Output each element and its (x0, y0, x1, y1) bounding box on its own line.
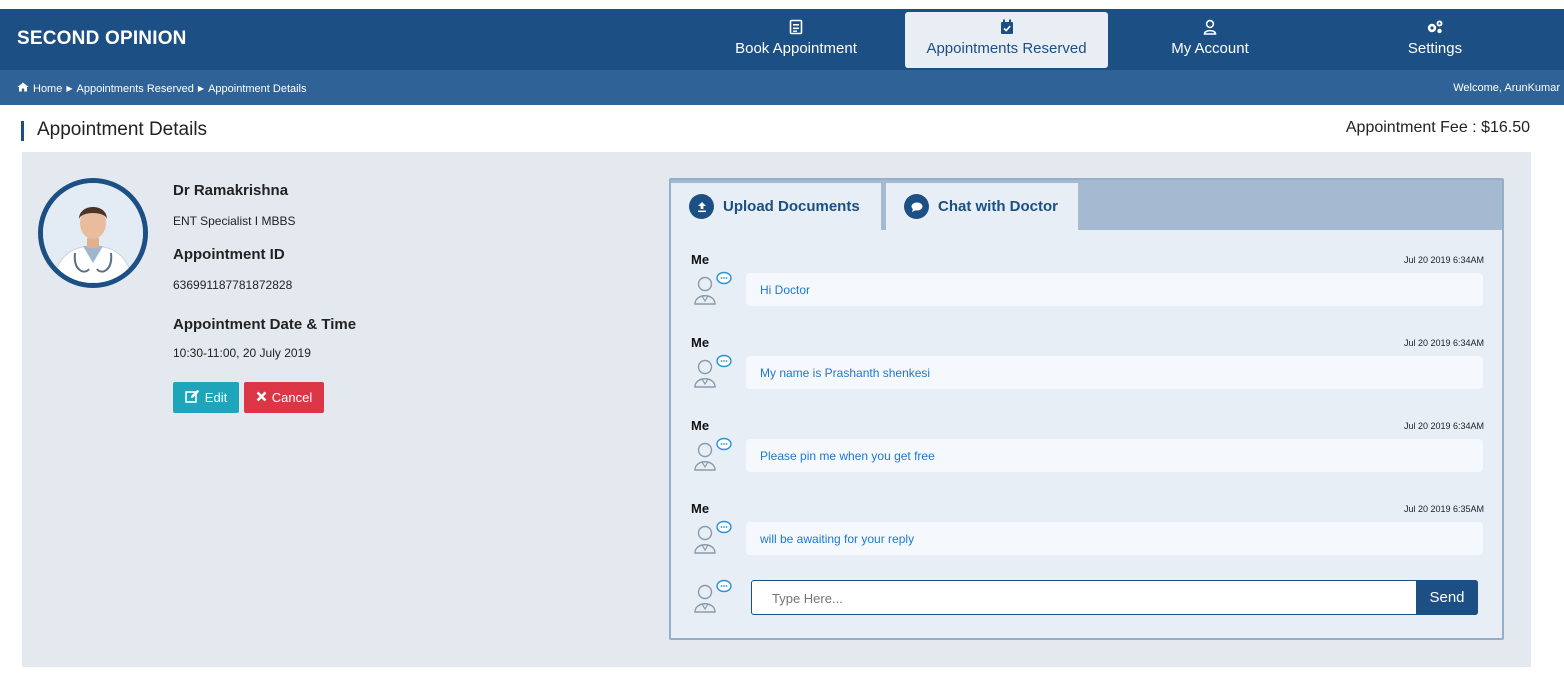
doctor-name: Dr Ramakrishna (173, 182, 289, 199)
chat-icon (904, 194, 929, 219)
message-text: Please pin me when you get free (746, 439, 1483, 472)
page-header: Appointment Details Appointment Fee : $1… (0, 105, 1564, 152)
breadcrumb-separator-icon: ▶ (197, 84, 205, 93)
tab-chat-with-doctor[interactable]: Chat with Doctor (886, 183, 1078, 230)
top-navbar: SECOND OPINION Book Appointment Appointm… (0, 9, 1564, 70)
message-time: Jul 20 2019 6:34AM (1403, 421, 1484, 431)
message-text: will be awaiting for your reply (746, 522, 1483, 555)
brand-logo[interactable]: SECOND OPINION (17, 28, 187, 50)
calendar-book-icon (712, 19, 880, 37)
message-sender: Me (691, 252, 710, 267)
nav-label: Settings (1407, 40, 1463, 57)
doctor-chat-icon (693, 353, 733, 391)
tab-label: Chat with Doctor (938, 198, 1058, 215)
calendar-check-icon (905, 19, 1108, 37)
edit-icon (184, 389, 200, 406)
upload-icon (689, 194, 714, 219)
doctor-chat-icon (693, 519, 733, 557)
tab-upload-documents[interactable]: Upload Documents (671, 183, 881, 230)
doctor-chat-icon (693, 436, 733, 474)
doctor-chat-icon (693, 270, 733, 308)
appointment-id-value: 636991187781872828 (173, 278, 293, 292)
message-text: Hi Doctor (746, 273, 1483, 306)
breadcrumb-home[interactable]: Home (33, 83, 62, 95)
message-time: Jul 20 2019 6:34AM (1403, 255, 1484, 265)
documents-chat-panel: Upload Documents Chat with Doctor Me Jul… (669, 178, 1504, 640)
message-input[interactable] (772, 589, 1392, 607)
doctor-chat-icon (693, 578, 733, 616)
breadcrumb-separator-icon: ▶ (66, 84, 73, 93)
message-text: My name is Prashanth shenkesi (746, 356, 1483, 389)
tab-label: Upload Documents (723, 198, 860, 215)
welcome-text: Welcome, ArunKumar (1453, 82, 1560, 94)
message-sender: Me (691, 335, 710, 350)
message-sender: Me (691, 501, 710, 516)
chat-composer: Send (751, 580, 1478, 615)
nav-label: Book Appointment (735, 40, 857, 57)
doctor-specialty: ENT Specialist I MBBS (173, 214, 296, 228)
breadcrumb: Home ▶ Appointments Reserved ▶ Appointme… (17, 82, 307, 95)
appointment-fee: Appointment Fee : $16.50 (1345, 119, 1530, 136)
breadcrumb-appointments-reserved[interactable]: Appointments Reserved (77, 83, 194, 95)
doctor-avatar (38, 178, 148, 288)
chat-message: Me Jul 20 2019 6:34AM Please pin me when… (691, 418, 1486, 498)
edit-label: Edit (204, 390, 228, 405)
edit-button[interactable]: Edit (173, 382, 239, 413)
message-time: Jul 20 2019 6:34AM (1403, 338, 1484, 348)
message-time: Jul 20 2019 6:35AM (1403, 504, 1484, 514)
title-accent-bar (21, 121, 24, 141)
nav-settings[interactable]: Settings (1385, 12, 1485, 68)
breadcrumb-current: Appointment Details (208, 82, 307, 95)
appointment-datetime-value: 10:30-11:00, 20 July 2019 (173, 346, 311, 360)
message-sender: Me (691, 418, 710, 433)
chat-message: Me Jul 20 2019 6:34AM Hi Doctor (691, 252, 1486, 332)
nav-appointments-reserved[interactable]: Appointments Reserved (905, 12, 1108, 68)
user-icon (1150, 19, 1270, 37)
nav-label: My Account (1171, 40, 1249, 57)
home-icon[interactable] (17, 82, 29, 95)
appointment-details-panel: Dr Ramakrishna ENT Specialist I MBBS App… (22, 152, 1531, 667)
nav-label: Appointments Reserved (926, 40, 1087, 57)
nav-book-appointment[interactable]: Book Appointment (712, 12, 880, 68)
appointment-datetime-label: Appointment Date & Time (173, 316, 357, 333)
cancel-button[interactable]: Cancel (244, 382, 324, 413)
nav-my-account[interactable]: My Account (1150, 12, 1270, 68)
breadcrumb-bar: Home ▶ Appointments Reserved ▶ Appointme… (0, 70, 1564, 105)
cancel-label: Cancel (271, 390, 313, 405)
doctor-portrait-icon (43, 183, 143, 283)
close-icon (256, 390, 267, 405)
send-button[interactable]: Send (1416, 580, 1478, 615)
top-strip (0, 0, 1564, 9)
chat-message: Me Jul 20 2019 6:35AM will be awaiting f… (691, 501, 1486, 581)
chat-message: Me Jul 20 2019 6:34AM My name is Prashan… (691, 335, 1486, 415)
page-title: Appointment Details (37, 119, 208, 140)
appointment-id-label: Appointment ID (173, 246, 285, 263)
gears-icon (1385, 19, 1485, 37)
panel-tabs: Upload Documents Chat with Doctor (671, 180, 1502, 230)
